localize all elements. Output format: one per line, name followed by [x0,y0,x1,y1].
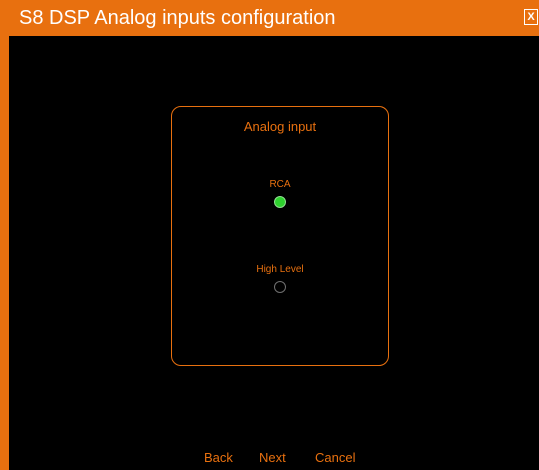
dialog-window: S8 DSP Analog inputs configuration X Ana… [0,0,539,470]
cancel-button[interactable]: Cancel [315,450,355,466]
left-border-strip [0,36,9,470]
next-button[interactable]: Next [259,450,286,466]
option-high-level[interactable]: High Level [172,264,388,293]
close-button[interactable]: X [524,9,538,25]
option-rca[interactable]: RCA [172,179,388,208]
analog-input-panel: Analog input RCA High Level [171,106,389,366]
window-title: S8 DSP Analog inputs configuration [19,7,336,29]
option-rca-label: RCA [269,179,291,190]
high-level-radio-button[interactable] [274,281,286,293]
rca-radio-button[interactable] [274,196,286,208]
panel-title: Analog input [243,119,317,134]
option-high-level-label: High Level [256,264,304,275]
back-button[interactable]: Back [204,450,233,466]
title-bar: S8 DSP Analog inputs configuration X [0,0,539,36]
